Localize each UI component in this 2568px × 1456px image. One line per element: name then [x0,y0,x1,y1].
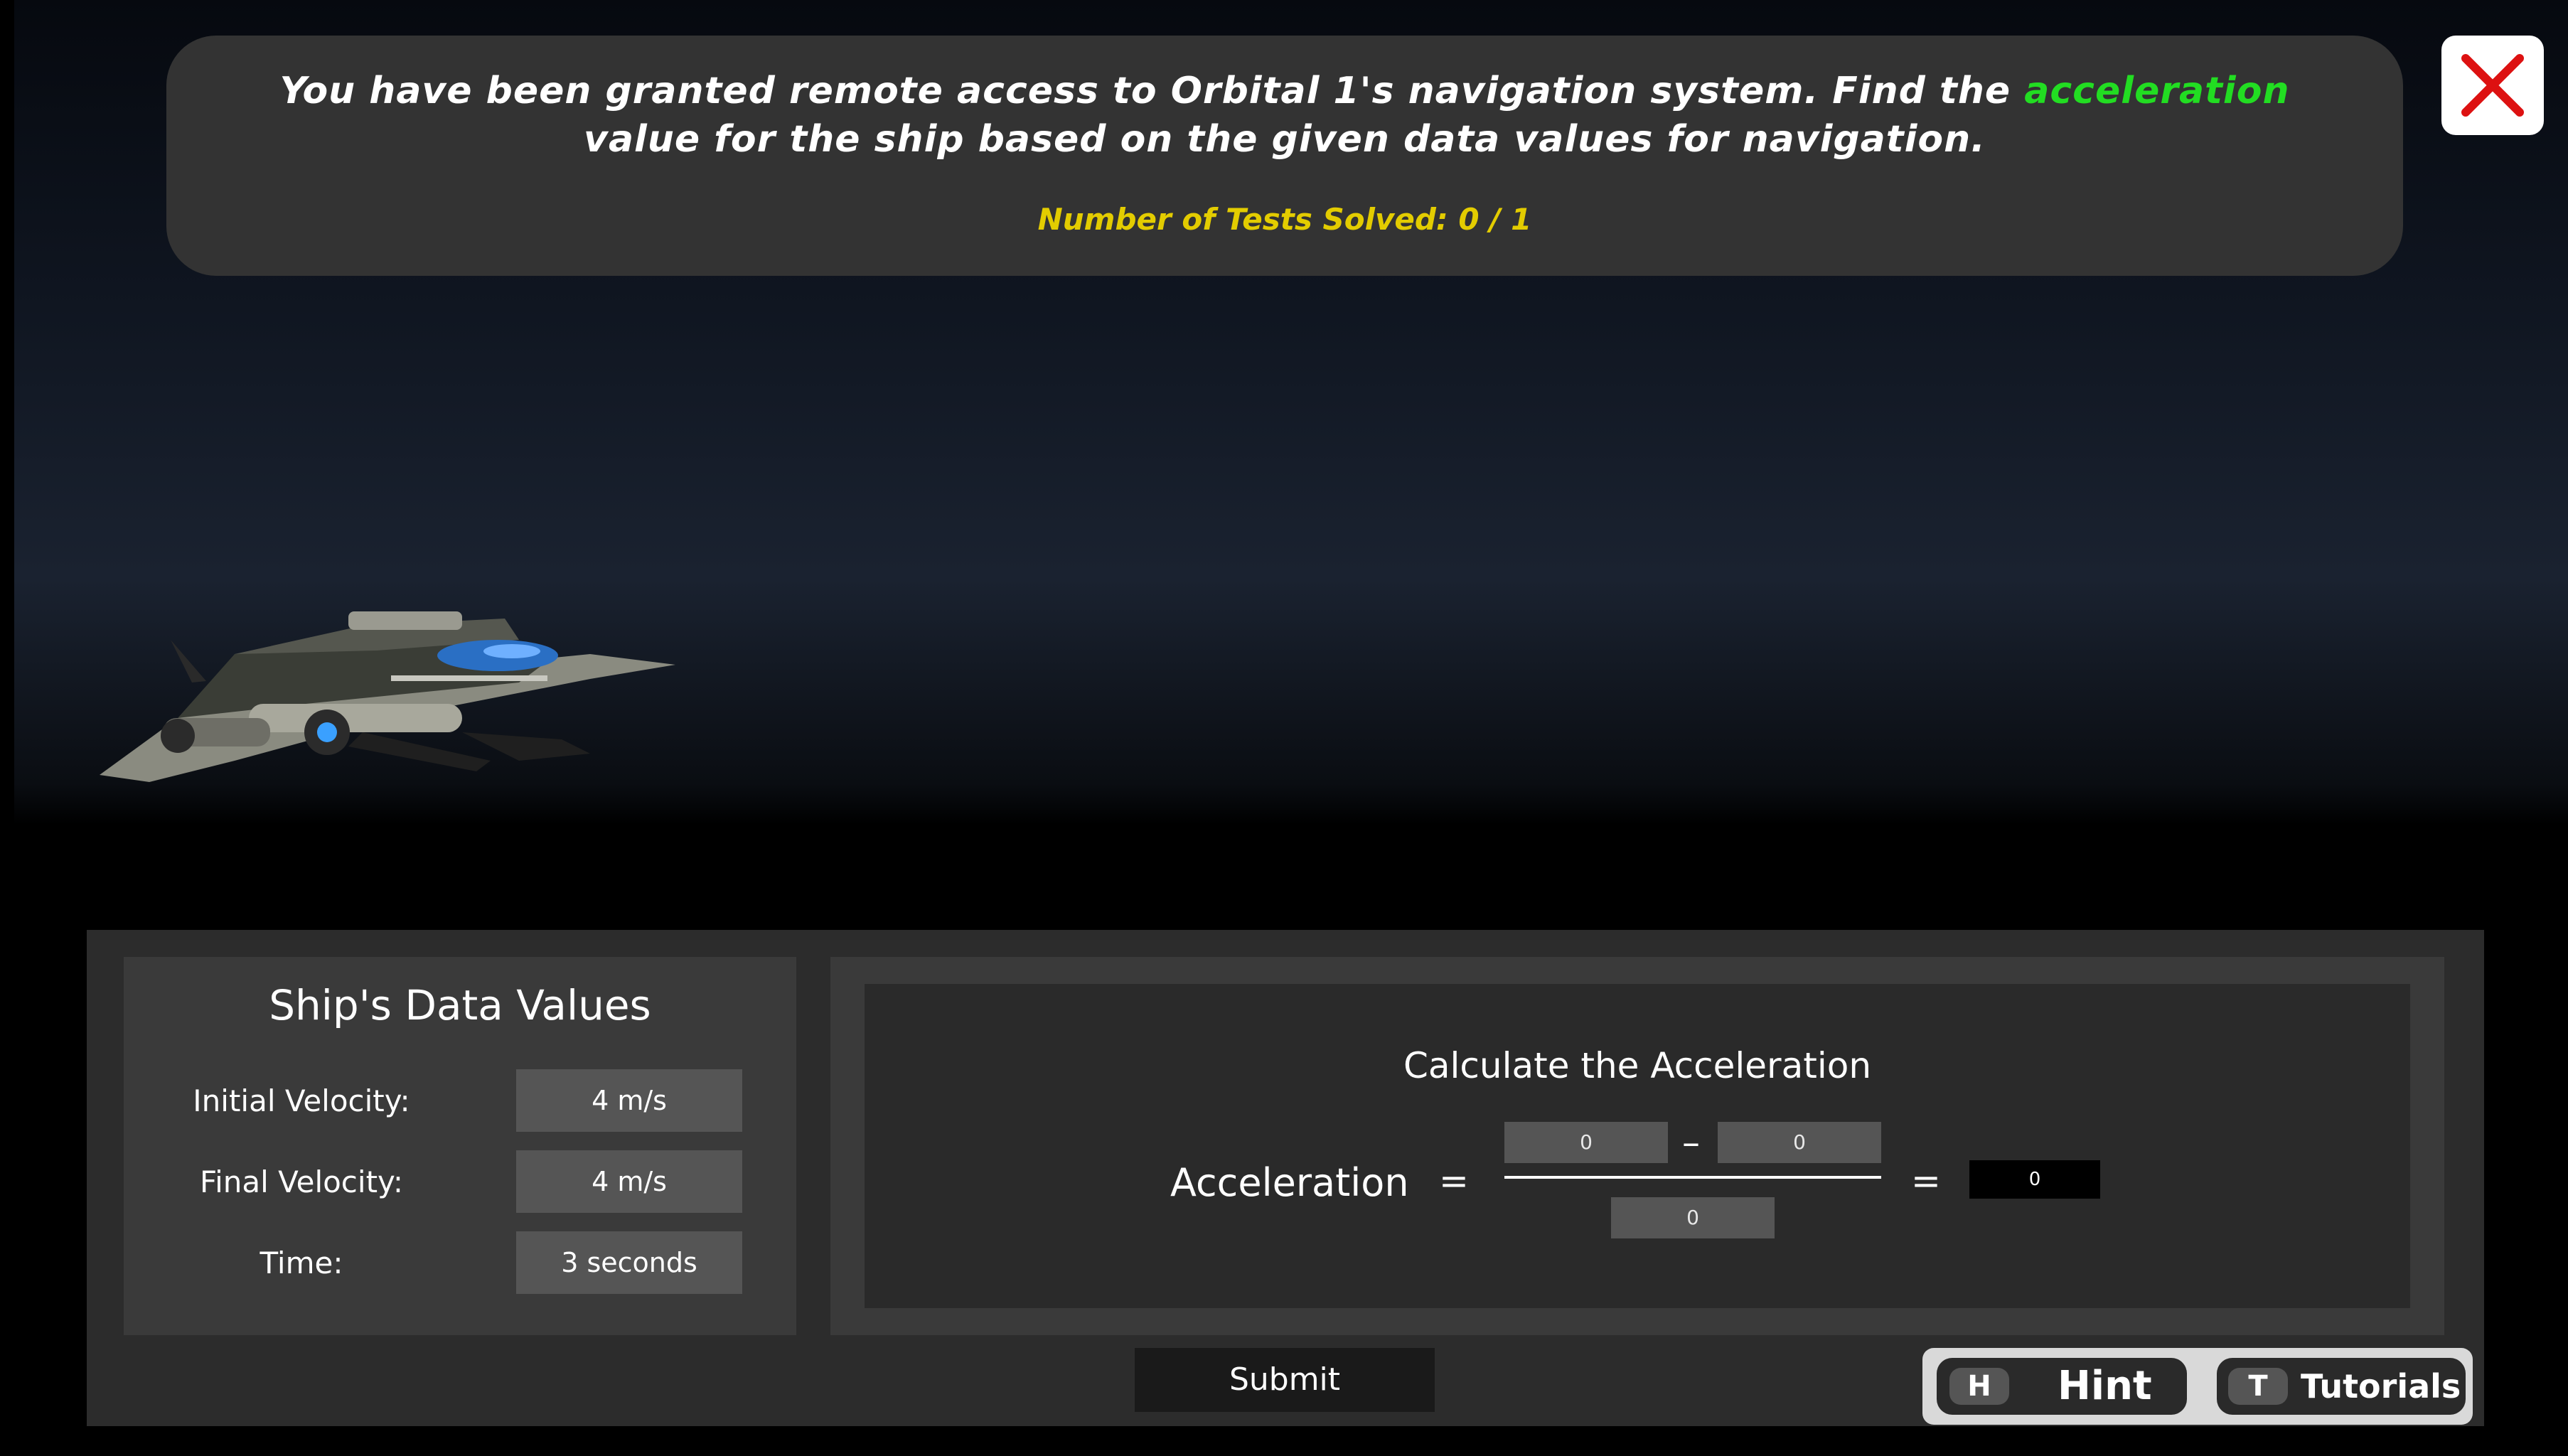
instruction-text: You have been granted remote access to O… [223,67,2346,164]
calculator-panel: Calculate the Acceleration Acceleration … [865,984,2410,1308]
hint-key: H [1949,1368,2009,1405]
initial-velocity-label: Initial Velocity: [193,1083,410,1118]
instruction-text-start: You have been granted remote access to O… [279,70,2025,112]
instruction-text-end: value for the ship based on the given da… [584,118,1986,161]
tutorials-key: T [2228,1368,2288,1405]
ship-data-title: Ship's Data Values [269,981,651,1029]
tests-solved-counter: Number of Tests Solved: 0 / 1 [1037,202,1532,237]
close-x-icon [2461,54,2524,117]
minus-sign: – [1682,1122,1700,1163]
hint-label: Hint [2058,1363,2152,1409]
help-bar: H Hint T Tutorials [1922,1348,2473,1425]
ship-data-panel: Ship's Data Values Initial Velocity: 4 m… [124,957,796,1335]
instruction-banner: You have been granted remote access to O… [166,36,2403,276]
hint-button[interactable]: H Hint [1937,1358,2187,1415]
initial-velocity-value: 4 m/s [516,1069,742,1132]
acceleration-label: Acceleration [1170,1160,1409,1205]
equals-sign-left: = [1439,1160,1469,1201]
calculator-title: Calculate the Acceleration [1403,1045,1872,1086]
submit-button[interactable]: Submit [1135,1348,1435,1412]
spaceship-image [100,611,675,782]
instruction-highlight: acceleration [2024,70,2290,112]
numerator-final-input[interactable]: 0 [1504,1122,1668,1163]
fraction-bar [1504,1176,1881,1179]
denominator-input[interactable]: 0 [1611,1197,1775,1238]
result-input[interactable]: 0 [1969,1160,2100,1199]
numerator-initial-input[interactable]: 0 [1718,1122,1881,1163]
tutorials-button[interactable]: T Tutorials [2217,1358,2466,1415]
tutorials-label: Tutorials [2301,1367,2461,1406]
equals-sign-right: = [1911,1160,1941,1201]
close-button[interactable] [2441,36,2544,135]
time-value: 3 seconds [516,1231,742,1294]
final-velocity-value: 4 m/s [516,1150,742,1213]
bottom-panel: Ship's Data Values Initial Velocity: 4 m… [87,930,2484,1426]
final-velocity-label: Final Velocity: [199,1165,403,1199]
time-label: Time: [260,1246,343,1280]
